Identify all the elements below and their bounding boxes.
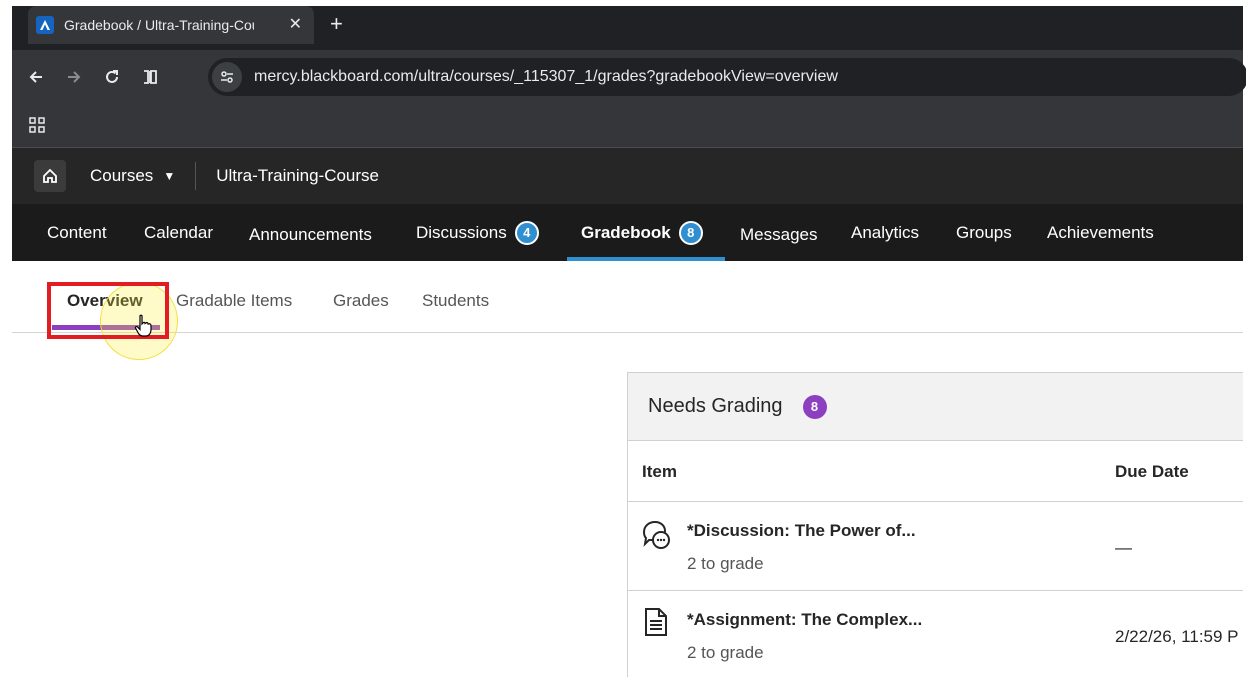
needs-grading-count-badge: 8	[802, 394, 827, 419]
course-header: Courses ▼ Ultra-Training-Course	[12, 148, 1243, 204]
row-to-grade: 2 to grade	[687, 554, 764, 573]
nav-messages[interactable]: Messages	[740, 206, 817, 263]
row-due-date: —	[1115, 538, 1132, 557]
discussion-icon	[640, 518, 674, 557]
nav-groups[interactable]: Groups	[956, 204, 1012, 261]
nav-calendar[interactable]: Calendar	[144, 204, 213, 261]
forward-icon[interactable]	[60, 63, 88, 91]
nav-analytics[interactable]: Analytics	[851, 204, 919, 261]
gradebook-count-badge: 8	[678, 220, 703, 245]
nav-announcements[interactable]: Announcements	[249, 206, 372, 263]
back-icon[interactable]	[22, 63, 50, 91]
nav-discussions-label: Discussions	[416, 222, 507, 242]
document-icon	[642, 607, 670, 642]
bookmarks-bar	[12, 104, 1243, 148]
row-due-date: 2/22/26, 11:59 P	[1115, 627, 1239, 646]
new-tab-icon[interactable]: +	[330, 12, 343, 36]
column-item[interactable]: Item	[642, 462, 677, 482]
reading-mode-icon[interactable]	[136, 63, 164, 91]
close-tab-icon[interactable]: ✕	[289, 17, 302, 33]
gradebook-subtabs: Overview Gradable Items Grades Students	[12, 261, 1243, 333]
apps-grid-icon[interactable]	[28, 116, 46, 139]
tab-gradable-items[interactable]: Gradable Items	[176, 291, 292, 311]
row-title[interactable]: *Discussion: The Power of...	[687, 521, 916, 541]
row-to-grade: 2 to grade	[687, 643, 764, 662]
home-button[interactable]	[34, 160, 66, 192]
courses-dropdown[interactable]: Courses ▼	[90, 166, 175, 186]
blackboard-favicon-icon	[36, 16, 54, 34]
needs-grading-column-header: Item Due Date	[628, 441, 1243, 502]
browser-toolbar: mercy.blackboard.com/ultra/courses/_1153…	[12, 50, 1246, 104]
home-icon	[43, 168, 57, 183]
courses-label: Courses	[90, 166, 154, 185]
table-row[interactable]: *Discussion: The Power of... 2 to grade …	[628, 502, 1243, 591]
course-nav: Content Calendar Announcements Discussio…	[12, 204, 1243, 261]
header-divider	[195, 162, 197, 190]
site-info-icon[interactable]	[212, 62, 242, 92]
hand-cursor-icon	[134, 314, 152, 343]
needs-grading-header: Needs Grading 8	[628, 373, 1243, 441]
nav-achievements[interactable]: Achievements	[1047, 204, 1154, 261]
course-title: Ultra-Training-Course	[216, 166, 380, 185]
nav-gradebook[interactable]: Gradebook 8	[581, 204, 703, 261]
caret-down-icon: ▼	[163, 169, 176, 183]
url-text: mercy.blackboard.com/ultra/courses/_1153…	[254, 68, 838, 85]
table-row[interactable]: *Assignment: The Complex... 2 to grade 2…	[628, 591, 1243, 677]
nav-gradebook-label: Gradebook	[581, 222, 671, 242]
tab-students[interactable]: Students	[422, 291, 489, 311]
nav-content[interactable]: Content	[47, 204, 107, 261]
column-due-date[interactable]: Due Date	[1115, 462, 1189, 482]
browser-tab[interactable]: Gradebook / Ultra-Training-Cou ✕	[28, 6, 314, 44]
browser-tabstrip: Gradebook / Ultra-Training-Cou ✕ +	[0, 0, 1246, 50]
row-title[interactable]: *Assignment: The Complex...	[687, 610, 922, 630]
discussions-count-badge: 4	[514, 220, 539, 245]
address-bar[interactable]: mercy.blackboard.com/ultra/courses/_1153…	[208, 58, 1246, 96]
tab-grades[interactable]: Grades	[333, 291, 389, 311]
reload-icon[interactable]	[98, 63, 126, 91]
nav-discussions[interactable]: Discussions 4	[416, 204, 539, 261]
tab-title: Gradebook / Ultra-Training-Cou	[64, 17, 254, 33]
needs-grading-title: Needs Grading	[648, 395, 783, 417]
needs-grading-panel: Needs Grading 8 Item Due Date *Discussio…	[627, 372, 1243, 677]
